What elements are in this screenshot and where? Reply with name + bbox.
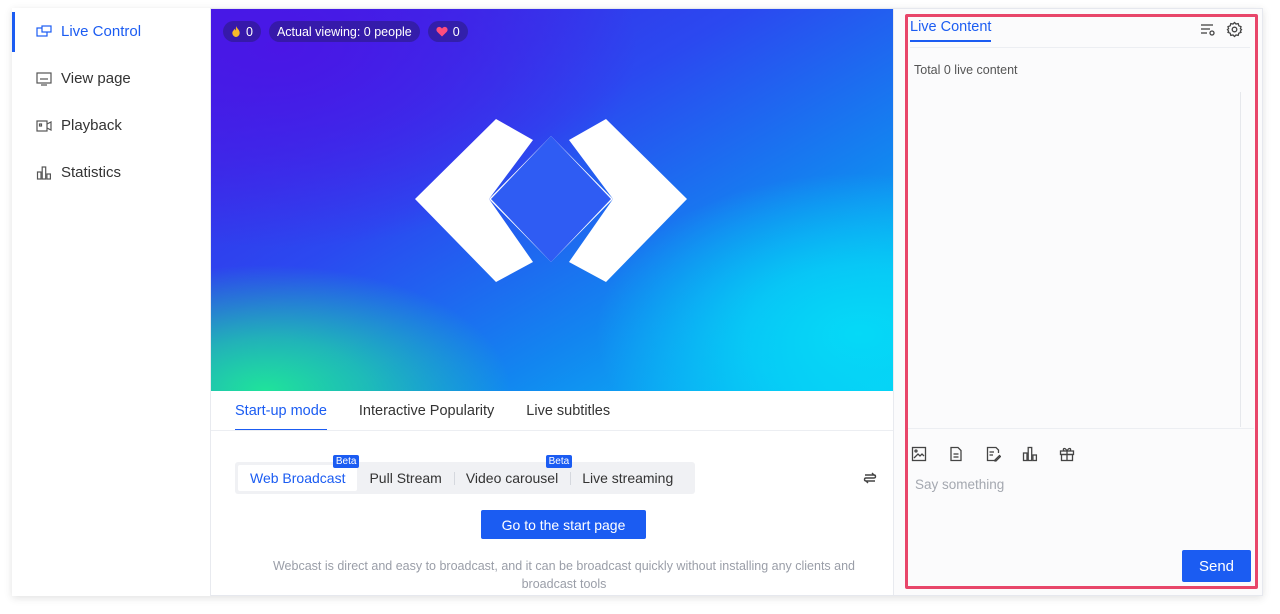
send-button[interactable]: Send bbox=[1182, 550, 1251, 582]
message-input[interactable] bbox=[915, 477, 1245, 537]
video-stats: 0 Actual viewing: 0 people 0 bbox=[223, 21, 468, 42]
mode-label: Video carousel bbox=[465, 470, 559, 486]
sidebar-item-playback[interactable]: Playback bbox=[12, 102, 210, 149]
heart-icon bbox=[436, 26, 448, 37]
view-page-icon bbox=[36, 71, 52, 86]
sidebar-item-label: Playback bbox=[61, 117, 122, 134]
flame-icon bbox=[232, 26, 240, 37]
mode-label: Pull Stream bbox=[369, 470, 442, 486]
playback-icon bbox=[36, 119, 52, 133]
switch-mode-icon[interactable] bbox=[862, 470, 878, 486]
mode-live-streaming[interactable]: Live streaming bbox=[570, 465, 685, 491]
broadcast-mode-selector: Web Broadcast Beta Pull Stream Video car… bbox=[235, 455, 695, 494]
mode-video-carousel[interactable]: Video carousel Beta bbox=[453, 455, 573, 491]
sidebar-item-label: Statistics bbox=[61, 164, 122, 181]
gift-icon[interactable] bbox=[1059, 446, 1075, 462]
mode-web-broadcast[interactable]: Web Broadcast Beta bbox=[238, 455, 360, 491]
likes-count: 0 bbox=[452, 24, 460, 39]
sidebar-item-view-page[interactable]: View page bbox=[12, 55, 210, 102]
mode-label: Web Broadcast bbox=[250, 470, 346, 486]
tabs-divider bbox=[211, 430, 893, 431]
filter-list-icon[interactable] bbox=[1199, 21, 1216, 38]
live-content-header: Live Content bbox=[910, 17, 1250, 48]
compose-toolbar bbox=[911, 446, 1075, 462]
document-icon[interactable] bbox=[948, 446, 964, 462]
sidebar-item-label: Live Control bbox=[61, 23, 142, 40]
gear-icon[interactable] bbox=[1226, 21, 1243, 38]
bar-chart-icon[interactable] bbox=[1022, 446, 1038, 462]
beta-badge: Beta bbox=[332, 455, 360, 468]
sidebar-item-live-control[interactable]: Live Control bbox=[12, 8, 210, 55]
tab-interactive-popularity[interactable]: Interactive Popularity bbox=[359, 391, 494, 431]
broadcast-description: Webcast is direct and easy to broadcast,… bbox=[272, 559, 856, 591]
content-scrollbar[interactable] bbox=[1240, 92, 1241, 427]
likes-badge: 0 bbox=[427, 21, 468, 42]
edit-note-icon[interactable] bbox=[985, 446, 1001, 462]
viewing-badge: Actual viewing: 0 people bbox=[268, 21, 420, 42]
tab-live-subtitles[interactable]: Live subtitles bbox=[526, 391, 610, 431]
live-content-total: Total 0 live content bbox=[914, 63, 1018, 77]
sidebar-item-label: View page bbox=[61, 70, 131, 87]
control-tabs: Start-up mode Interactive Popularity Liv… bbox=[235, 391, 610, 431]
go-to-start-page-button[interactable]: Go to the start page bbox=[481, 510, 646, 539]
compose-divider bbox=[908, 428, 1254, 429]
popularity-badge: 0 bbox=[223, 21, 261, 42]
brand-logo bbox=[415, 119, 687, 282]
viewing-text: Actual viewing: 0 people bbox=[276, 24, 412, 39]
sidebar: Live Control View page Playback Statisti… bbox=[12, 8, 211, 596]
tab-start-up-mode[interactable]: Start-up mode bbox=[235, 391, 327, 431]
mode-pull-stream[interactable]: Pull Stream bbox=[357, 465, 453, 491]
image-icon[interactable] bbox=[911, 446, 927, 462]
popularity-count: 0 bbox=[246, 24, 253, 39]
statistics-icon bbox=[36, 165, 52, 180]
live-control-icon bbox=[36, 24, 52, 39]
live-video-preview[interactable]: 0 Actual viewing: 0 people 0 bbox=[211, 9, 893, 391]
mode-label: Live streaming bbox=[582, 470, 674, 486]
sidebar-item-statistics[interactable]: Statistics bbox=[12, 149, 210, 196]
tab-live-content[interactable]: Live Content bbox=[910, 19, 992, 42]
beta-badge: Beta bbox=[545, 455, 573, 468]
